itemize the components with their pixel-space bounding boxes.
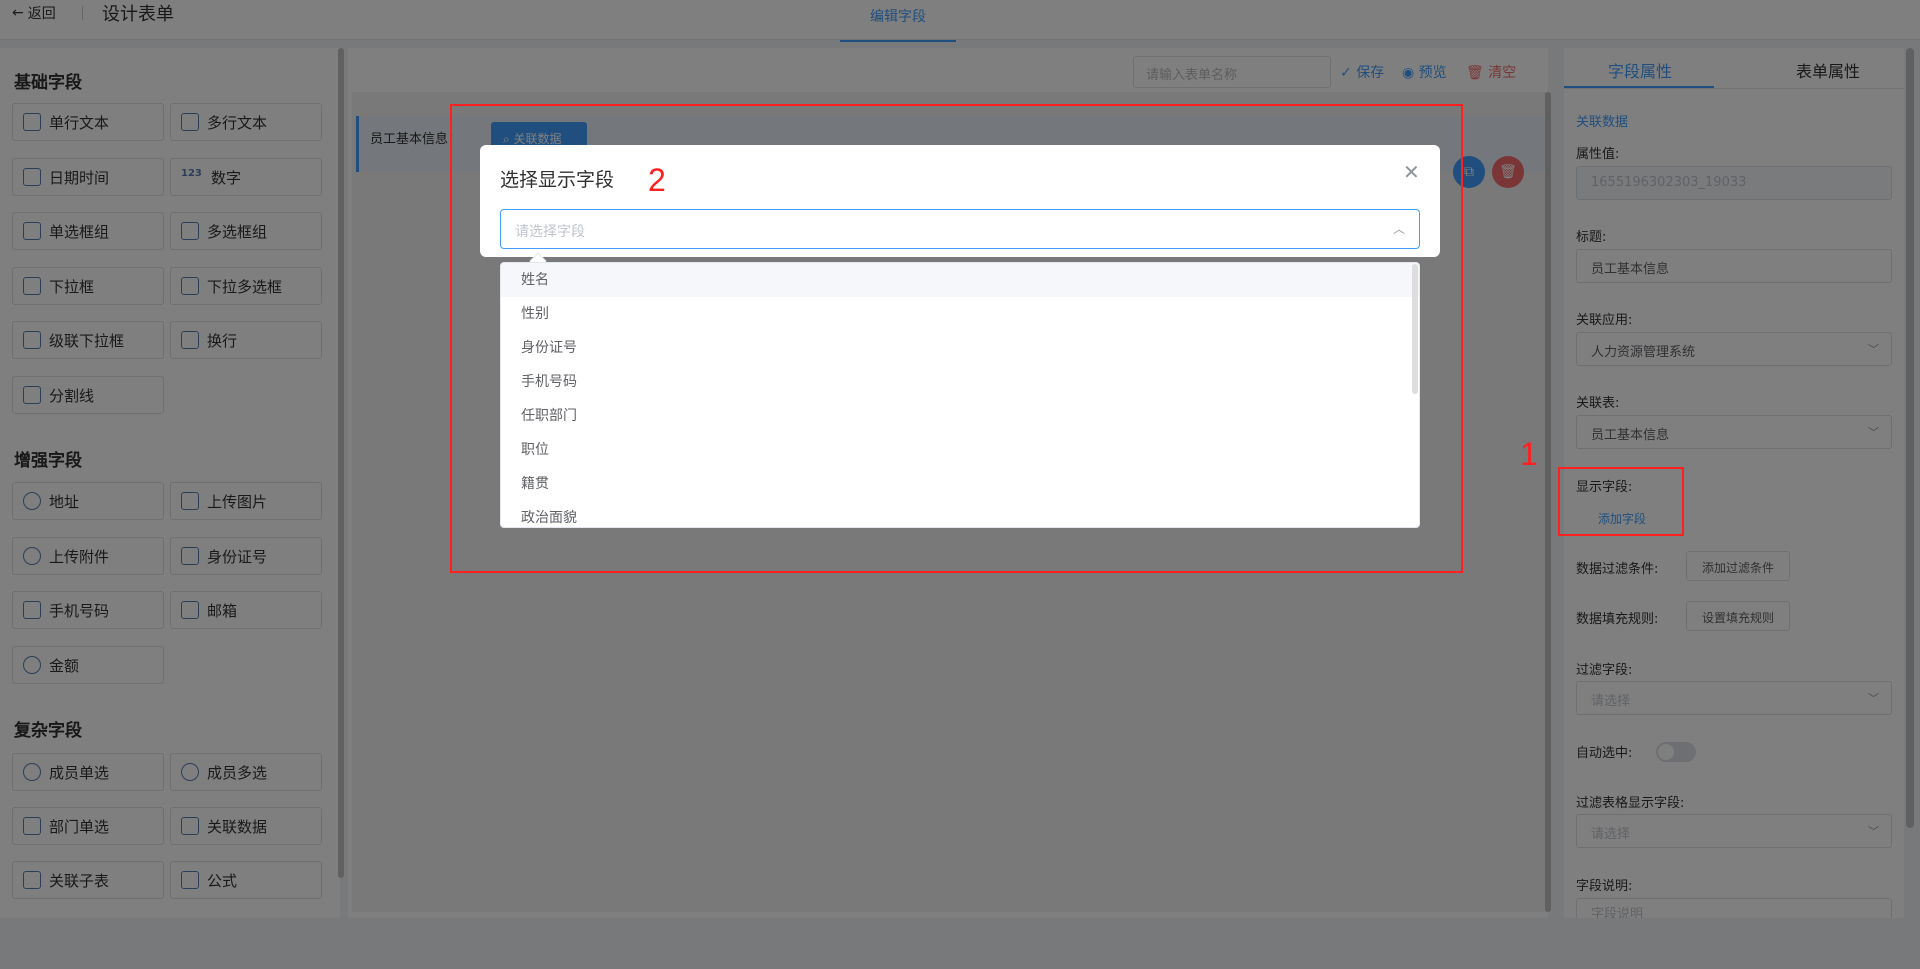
- annotation-number-2: 2: [648, 162, 666, 198]
- annotation-box-display-field: [1558, 467, 1684, 536]
- annotation-box-dialog: [450, 104, 1463, 573]
- annotation-number-1: 1: [1520, 436, 1538, 472]
